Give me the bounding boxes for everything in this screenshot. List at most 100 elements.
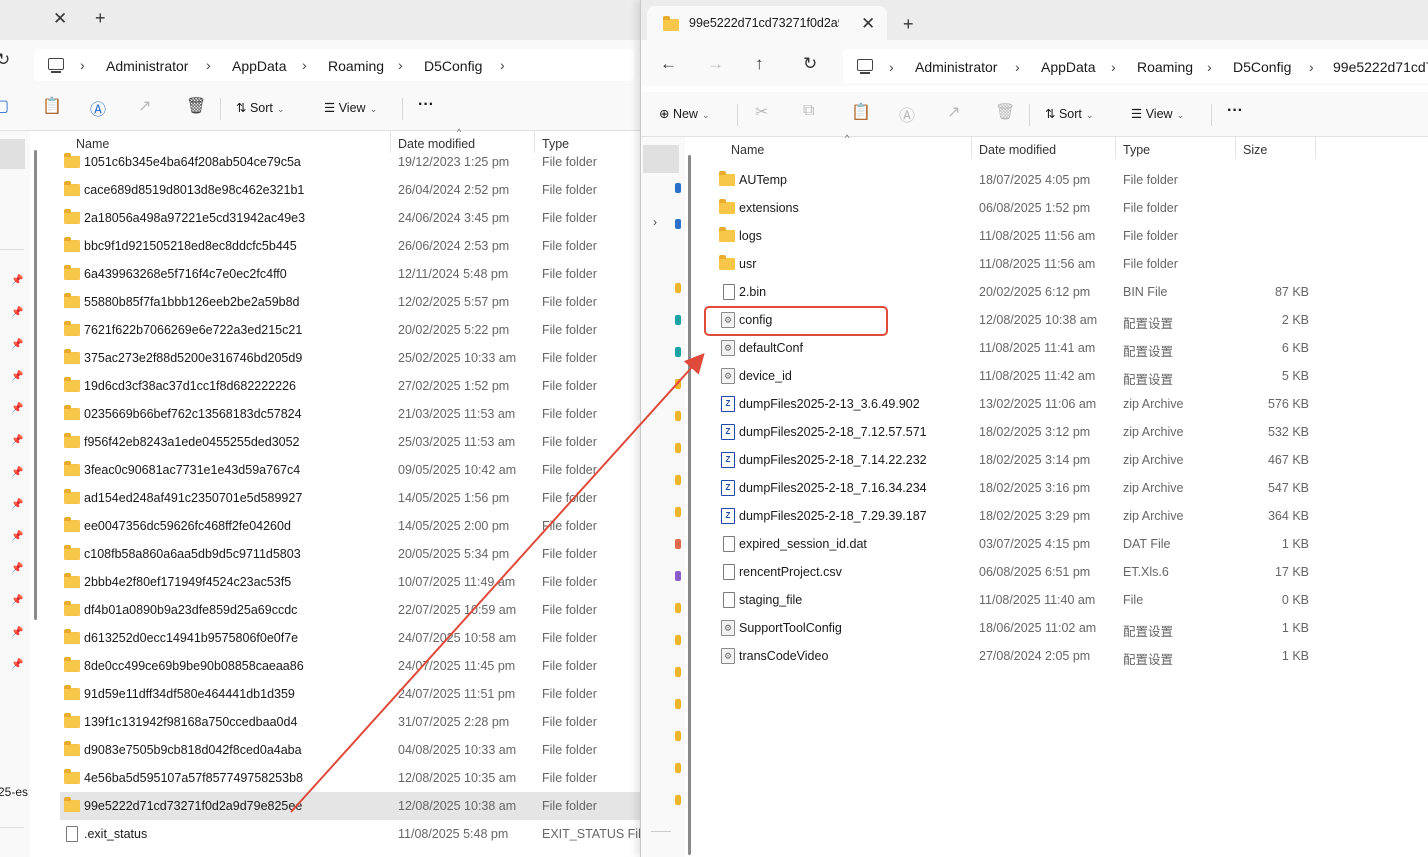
sort-ascending-icon: ^ [457, 127, 462, 137]
copy-icon[interactable]: ⧉ [803, 102, 814, 120]
cut-icon[interactable]: ✂ [755, 102, 768, 122]
back-button[interactable]: ← [660, 54, 677, 74]
nav-item-label[interactable]: 25-es [0, 785, 28, 799]
table-row[interactable]: ⚙ SupportToolConfig 18/06/2025 11:02 am 配置设… [711, 614, 1311, 642]
table-row[interactable]: ad154ed248af491c2350701e5d589927 14/05/20… [60, 484, 640, 512]
nav-selected-item[interactable] [0, 139, 25, 169]
column-divider[interactable] [971, 137, 972, 159]
right-view-button[interactable]: ☰ View ⌄ [1131, 106, 1184, 121]
table-row[interactable]: ZdumpFiles2025-2-18_7.12.57.571 18/02/202… [711, 418, 1311, 446]
refresh-button[interactable]: ↻ [803, 54, 817, 74]
table-row[interactable]: df4b01a0890b9a23dfe859d25a69ccdc 22/07/20… [60, 596, 640, 624]
table-row[interactable]: rencentProject.csv 06/08/2025 6:51 pm ET.X… [711, 558, 1311, 586]
share-icon[interactable]: ↗ [947, 102, 960, 122]
table-row[interactable]: 7621f622b7066269e6e722a3ed215c21 20/02/20… [60, 316, 640, 344]
right-more-options-button[interactable]: ··· [1227, 102, 1243, 120]
table-row[interactable]: bbc9f1d921505218ed8ec8ddcfc5b445 26/06/20… [60, 232, 640, 260]
table-row[interactable]: d9083e7505b9cb818d042f8ced0a4aba 04/08/20… [60, 736, 640, 764]
breadcrumb-appdata[interactable]: AppData [1041, 59, 1095, 75]
table-row[interactable]: 2.bin 20/02/2025 6:12 pm BIN File 87 KB [711, 278, 1311, 306]
breadcrumb-appdata[interactable]: AppData [232, 58, 286, 74]
table-row[interactable]: ZdumpFiles2025-2-18_7.14.22.232 18/02/202… [711, 446, 1311, 474]
file-name: SupportToolConfig [739, 621, 842, 635]
left-view-button[interactable]: ☰ View ⌄ [324, 100, 377, 115]
rename-icon[interactable]: Ⓐ [899, 102, 915, 126]
table-row[interactable]: cace689d8519d8013d8e98c462e321b1 26/04/20… [60, 176, 640, 204]
column-header-name[interactable]: Name [731, 143, 764, 157]
table-row[interactable]: 6a439963268e5f716f4c7e0ec2fc4ff0 12/11/20… [60, 260, 640, 288]
table-row[interactable]: 2bbb4e2f80ef171949f4524c23ac53f5 10/07/20… [60, 568, 640, 596]
delete-icon[interactable]: 🗑 [995, 102, 1015, 122]
active-tab[interactable]: 99e5222d71cd73271f0d2a9d79e825ee ✕ [647, 6, 887, 40]
table-row[interactable]: ZdumpFiles2025-2-18_7.16.34.234 18/02/202… [711, 474, 1311, 502]
table-row[interactable]: usr 11/08/2025 11:56 am File folder [711, 250, 1311, 278]
left-more-options-button[interactable]: ··· [418, 96, 434, 114]
right-nav-scrollbar[interactable] [688, 155, 691, 855]
table-row[interactable]: 2a18056a498a97221e5cd31942ac49e3 24/06/20… [60, 204, 640, 232]
table-row[interactable]: f956f42eb8243a1ede0455255ded3052 25/03/20… [60, 428, 640, 456]
breadcrumb-d5config[interactable]: D5Config [424, 58, 482, 74]
table-row[interactable]: ZdumpFiles2025-2-13_3.6.49.902 13/02/2025… [711, 390, 1311, 418]
table-row[interactable]: d613252d0ecc14941b9575806f0e0f7e 24/07/20… [60, 624, 640, 652]
right-sort-button[interactable]: ⇅ Sort ⌄ [1045, 106, 1093, 121]
folder-icon [675, 699, 681, 709]
forward-button[interactable]: → [707, 54, 724, 74]
share-icon[interactable]: ↗ [138, 96, 151, 116]
table-row[interactable]: 91d59e11dff34df580e464441db1d359 24/07/20… [60, 680, 640, 708]
breadcrumb-current-folder[interactable]: 99e5222d71cd73271f0d2a9d79e825ee [1333, 59, 1428, 75]
left-sort-button[interactable]: ⇅ Sort ⌄ [236, 100, 284, 115]
breadcrumb-d5config[interactable]: D5Config [1233, 59, 1291, 75]
table-row[interactable]: logs 11/08/2025 11:56 am File folder [711, 222, 1311, 250]
table-row[interactable]: c108fb58a860a6aa5db9d5c9711d5803 20/05/20… [60, 540, 640, 568]
nav-selected-item[interactable] [643, 145, 679, 173]
table-row[interactable]: 3feac0c90681ac7731e1e43d59a767c4 09/05/20… [60, 456, 640, 484]
paste-icon[interactable]: 📋 [851, 102, 871, 122]
new-tab-button[interactable]: + [903, 14, 914, 35]
table-row[interactable]: staging_file 11/08/2025 11:40 am File 0 KB [711, 586, 1311, 614]
table-row[interactable]: expired_session_id.dat 03/07/2025 4:15 pm… [711, 530, 1311, 558]
file-type: File folder [542, 267, 597, 281]
column-divider[interactable] [1315, 137, 1316, 159]
table-row[interactable]: 375ac273e2f88d5200e316746bd205d9 25/02/20… [60, 344, 640, 372]
new-button[interactable]: ⊕ New ⌄ [659, 106, 710, 121]
table-row[interactable]: 99e5222d71cd73271f0d2a9d79e825ee 12/08/20… [60, 792, 640, 820]
tab-close-icon[interactable]: ✕ [861, 14, 875, 34]
table-row[interactable]: 8de0cc499ce69b9be90b08858caeaa86 24/07/20… [60, 652, 640, 680]
breadcrumb-roaming[interactable]: Roaming [328, 58, 384, 74]
left-tab-close-icon[interactable]: ✕ [53, 9, 67, 29]
table-row[interactable]: 19d6cd3cf38ac37d1cc1f8d682222226 27/02/20… [60, 372, 640, 400]
column-header-date-modified[interactable]: Date modified [979, 143, 1056, 157]
toolbar-divider [402, 98, 403, 120]
table-row[interactable]: 1051c6b345e4ba64f208ab504ce79c5a 19/12/20… [60, 148, 640, 176]
column-header-type[interactable]: Type [1123, 143, 1150, 157]
table-row[interactable]: extensions 06/08/2025 1:52 pm File folder [711, 194, 1311, 222]
table-row[interactable]: 0235669b66bef762c13568183dc57824 21/03/20… [60, 400, 640, 428]
table-row[interactable]: ⚙ defaultConf 11/08/2025 11:41 am 配置设置 6 KB [711, 334, 1311, 362]
table-row[interactable]: 55880b85f7fa1bbb126eeb2be2a59b8d 12/02/20… [60, 288, 640, 316]
table-row[interactable]: ZdumpFiles2025-2-18_7.29.39.187 18/02/202… [711, 502, 1311, 530]
copy-path-icon[interactable]: ▢ [0, 96, 9, 116]
delete-icon[interactable]: 🗑 [186, 96, 206, 116]
left-refresh-icon[interactable]: ↻ [0, 50, 10, 70]
left-new-tab-button[interactable]: + [95, 8, 106, 29]
breadcrumb-administrator[interactable]: Administrator [915, 59, 997, 75]
expand-chevron-icon[interactable]: › [653, 215, 657, 229]
table-row[interactable]: ee0047356dc59626fc468ff2fe04260d 14/05/20… [60, 512, 640, 540]
right-address-bar[interactable]: › Administrator › AppData › Roaming › D5… [843, 49, 1428, 83]
paste-icon[interactable]: 📋 [42, 96, 62, 116]
table-row[interactable]: 139f1c131942f98168a750ccedbaa0d4 31/07/20… [60, 708, 640, 736]
left-nav-scrollbar[interactable] [34, 150, 37, 620]
rename-icon[interactable]: Ⓐ [90, 96, 106, 120]
breadcrumb-administrator[interactable]: Administrator [106, 58, 188, 74]
up-button[interactable]: ↑ [755, 54, 764, 74]
table-row[interactable]: AUTemp 18/07/2025 4:05 pm File folder [711, 166, 1311, 194]
table-row[interactable]: .exit_status 11/08/2025 5:48 pm EXIT_STATU… [60, 820, 640, 848]
column-divider[interactable] [1115, 137, 1116, 159]
table-row[interactable]: ⚙ transCodeVideo 27/08/2024 2:05 pm 配置设置 1 K… [711, 642, 1311, 670]
column-divider[interactable] [1235, 137, 1236, 159]
breadcrumb-roaming[interactable]: Roaming [1137, 59, 1193, 75]
table-row[interactable]: ⚙ device_id 11/08/2025 11:42 am 配置设置 5 KB [711, 362, 1311, 390]
left-address-bar[interactable]: › Administrator › AppData › Roaming › D5… [34, 49, 634, 81]
column-header-size[interactable]: Size [1243, 143, 1267, 157]
table-row[interactable]: 4e56ba5d595107a57f857749758253b8 12/08/20… [60, 764, 640, 792]
